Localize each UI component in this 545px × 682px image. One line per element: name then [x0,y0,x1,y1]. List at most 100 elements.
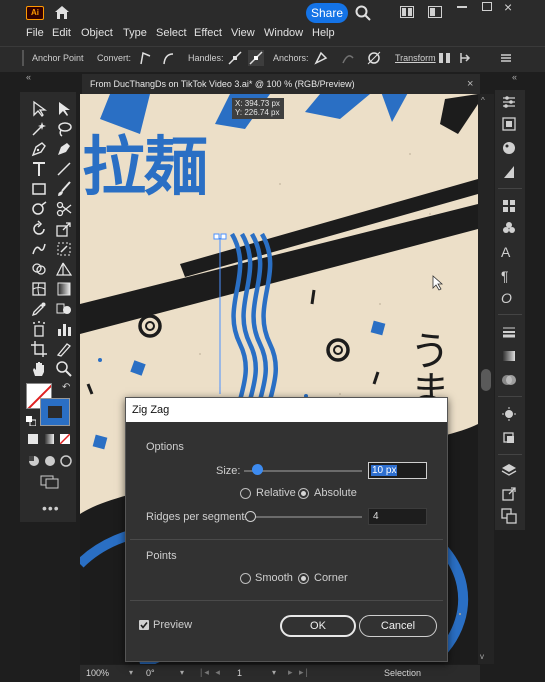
direct-selection-tool-icon[interactable] [55,100,73,118]
search-icon[interactable] [354,4,372,22]
none-mode-icon[interactable] [60,434,70,444]
layers-icon[interactable] [501,462,517,478]
paintbrush-tool-icon[interactable] [55,180,73,198]
draw-behind-icon[interactable] [44,455,56,467]
export-icon[interactable] [501,486,517,502]
convert-corner-icon[interactable] [137,50,153,66]
default-fill-stroke-icon[interactable] [26,416,37,427]
magic-wand-tool-icon[interactable] [30,120,48,138]
control-menu-icon[interactable] [498,50,514,66]
connect-anchor-icon[interactable] [340,50,356,66]
color-mode-icon[interactable] [28,434,38,444]
share-button[interactable]: Share [306,3,348,23]
swap-fill-stroke-icon[interactable]: ↶ [62,382,70,393]
isolate-icon[interactable] [458,50,474,66]
arrange-documents-icon[interactable] [400,6,414,18]
properties-icon[interactable] [501,94,517,110]
home-icon[interactable] [53,4,71,20]
align-icon[interactable] [437,50,453,66]
menu-select[interactable]: Select [156,27,187,39]
hide-handles-icon[interactable] [248,50,264,66]
convert-smooth-icon[interactable] [160,50,176,66]
stroke-panel-icon[interactable] [501,324,517,340]
edit-toolbar-icon[interactable]: ••• [42,500,60,516]
control-bar-grip[interactable] [22,50,24,66]
cancel-button[interactable]: Cancel [359,615,437,637]
artboard-number[interactable]: 1 [237,668,242,678]
ridges-input[interactable]: 4 [368,508,427,525]
column-graph-tool-icon[interactable] [55,320,73,338]
minimize-icon[interactable] [457,6,467,8]
show-handles-icon[interactable] [227,50,243,66]
size-input[interactable]: 10 px [368,462,427,479]
relative-radio[interactable] [240,488,251,499]
graphic-styles-icon[interactable] [501,430,517,446]
gradient-tool-icon[interactable] [55,280,73,298]
eyedropper-tool-icon[interactable] [30,300,48,318]
dialog-title[interactable]: Zig Zag [126,398,447,422]
next-artboard-icon[interactable]: ▸ ▸| [288,667,310,678]
appearance-icon[interactable] [501,164,517,180]
menu-type[interactable]: Type [123,27,147,39]
scroll-down-icon[interactable]: v [480,652,484,661]
character-icon[interactable]: A [501,244,517,260]
warp-tool-icon[interactable] [30,240,48,258]
brushes-icon[interactable] [501,406,517,422]
menu-help[interactable]: Help [312,27,335,39]
scroll-thumb[interactable] [481,369,491,391]
preview-checkbox[interactable] [139,620,149,630]
first-artboard-icon[interactable]: |◂ ◂ [200,667,222,678]
menu-file[interactable]: File [26,27,44,39]
curvature-tool-icon[interactable] [55,140,73,158]
color-guide-icon[interactable] [501,140,517,156]
ok-button[interactable]: OK [280,615,356,637]
paragraph-icon[interactable]: ¶ [501,268,517,284]
zoom-dropdown-icon[interactable]: ▾ [129,668,133,677]
perspective-grid-tool-icon[interactable] [55,260,73,278]
shape-builder-tool-icon[interactable] [30,260,48,278]
selection-tool-icon[interactable] [30,100,48,118]
artboard-tool-icon[interactable] [30,340,48,358]
menu-window[interactable]: Window [264,27,303,39]
zoom-tool-icon[interactable] [55,360,73,378]
draw-normal-icon[interactable] [28,455,40,467]
scale-tool-icon[interactable] [55,220,73,238]
screen-mode-icon[interactable] [40,475,60,489]
swatches-icon[interactable] [501,198,517,214]
artboard-dropdown-icon[interactable]: ▾ [272,668,276,677]
rotation-dropdown-icon[interactable]: ▾ [180,668,184,677]
artboards-icon[interactable] [501,508,517,524]
document-tab[interactable]: From DucThangDs on TikTok Video 3.ai* @ … [82,74,480,94]
collapse-toolbar-icon[interactable]: « [26,72,31,82]
free-transform-tool-icon[interactable] [55,240,73,258]
size-slider-thumb[interactable] [252,464,263,475]
menu-object[interactable]: Object [81,27,113,39]
type-tool-icon[interactable] [30,160,48,178]
opentype-icon[interactable]: O [501,290,517,306]
blend-tool-icon[interactable] [55,300,73,318]
stroke-swatch[interactable] [40,398,70,426]
transform-link[interactable]: Transform [395,53,436,63]
close-icon[interactable]: × [504,0,512,15]
cut-path-icon[interactable] [366,50,382,66]
smooth-radio[interactable] [240,573,251,584]
zoom-level[interactable]: 100% [86,668,109,678]
hand-tool-icon[interactable] [30,360,48,378]
symbol-sprayer-tool-icon[interactable] [30,320,48,338]
corner-radio[interactable] [298,573,309,584]
close-tab-icon[interactable]: × [467,74,473,94]
symbols-icon[interactable] [501,220,517,236]
menu-edit[interactable]: Edit [52,27,71,39]
maximize-icon[interactable] [482,2,492,11]
ridges-slider-track[interactable] [244,516,362,518]
gradient-mode-icon[interactable] [44,434,54,444]
menu-view[interactable]: View [231,27,255,39]
line-tool-icon[interactable] [55,160,73,178]
rotate-tool-icon[interactable] [30,220,48,238]
remove-anchor-icon[interactable] [313,50,329,66]
scroll-up-icon[interactable]: ^ [481,96,485,105]
workspace-icon[interactable] [428,6,442,18]
draw-inside-icon[interactable] [60,455,72,467]
lasso-tool-icon[interactable] [55,120,73,138]
gradient-panel-icon[interactable] [501,348,517,364]
